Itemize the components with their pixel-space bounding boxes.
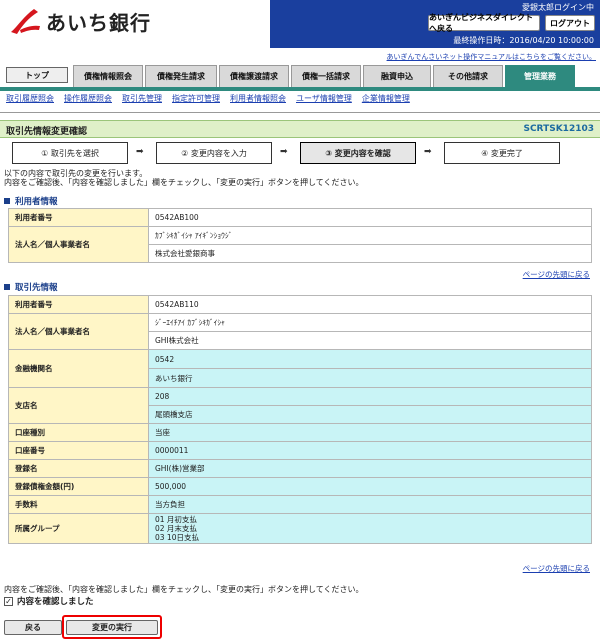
biz-direct-button[interactable]: あいぎんビジネスダイレクトへ戻る: [428, 13, 540, 33]
bank-logo-icon: [11, 9, 40, 34]
section-bullet-icon: [4, 198, 10, 204]
table-row: 登録債権金額(円) 500,000: [8, 477, 592, 496]
group-item: 03 10日支払: [155, 533, 199, 542]
tab-other-requests[interactable]: その他請求: [433, 65, 503, 87]
partner-user-no-value: 0542AB110: [148, 295, 592, 314]
bank-label: 金融機関名: [8, 349, 149, 388]
table-row: 法人名／個人事業者名 ｼﾞｰｴｲﾁｱｲ ｶﾌﾞｼｷｶﾞｲｼｬ: [8, 313, 592, 350]
page-title-bar: 取引先情報変更確認 SCRTSK12103: [0, 120, 600, 138]
fee-value: 当方負担: [148, 495, 592, 514]
instruction-line: 内容をご確認後、「内容を確認しました」欄をチェックし、「変更の実行」ボタンを押し…: [4, 178, 364, 187]
branch-label: 支店名: [8, 387, 149, 424]
group-item: 01 月初支払: [155, 515, 197, 524]
section-bullet-icon: [4, 284, 10, 290]
account-type-label: 口座種別: [8, 423, 149, 442]
account-type-value: 当座: [148, 423, 592, 442]
tab-management[interactable]: 管理業務: [505, 65, 575, 87]
to-top-link[interactable]: ページの先頭に戻る: [523, 269, 590, 280]
table-row: 所属グループ 01 月初支払 02 月末支払 03 10日支払: [8, 513, 592, 544]
table-row: 口座種別 当座: [8, 423, 592, 442]
user-no-value: 0542AB100: [148, 208, 592, 227]
manual-link[interactable]: あいぎんでんさいネット操作マニュアルはこちらをご覧ください。: [387, 52, 596, 62]
bank-name: あいち銀行: [46, 10, 151, 35]
tab-credit-transfer[interactable]: 債権譲渡請求: [219, 65, 289, 87]
partner-user-no-label: 利用者番号: [8, 295, 149, 314]
subnav-operation-history[interactable]: 操作履歴照会: [64, 93, 112, 107]
registered-name-value: GHI(株)営業部: [148, 459, 592, 478]
account-no-value: 0000011: [148, 441, 592, 460]
section-title-text: 取引先情報: [15, 283, 58, 293]
instruction-line: 以下の内容で取引先の変更を行います。: [4, 169, 148, 178]
user-name-label: 法人名／個人事業者名: [8, 226, 149, 263]
user-name: 株式会社愛銀商事: [148, 244, 592, 263]
instructions: 以下の内容で取引先の変更を行います。 内容をご確認後、「内容を確認しました」欄を…: [4, 169, 364, 187]
partner-info-table: 利用者番号 0542AB110 法人名／個人事業者名 ｼﾞｰｴｲﾁｱｲ ｶﾌﾞｼ…: [8, 295, 592, 544]
user-no-label: 利用者番号: [8, 208, 149, 227]
page-title: 取引先情報変更確認: [6, 127, 88, 137]
last-operation-time: 最終操作日時：2016/04/20 10:00:00: [453, 36, 594, 45]
bank-name-value: あいち銀行: [148, 368, 592, 388]
table-row: 手数料 当方負担: [8, 495, 592, 514]
confirm-checkbox[interactable]: ✓: [4, 596, 13, 606]
screen-code: SCRTSK12103: [523, 124, 594, 134]
user-info-table: 利用者番号 0542AB100 法人名／個人事業者名 ｶﾌﾞｼｷｶﾞｲｼｬ ｱｲ…: [8, 208, 592, 263]
user-info-section-title: 利用者情報: [4, 195, 58, 207]
partner-name-label: 法人名／個人事業者名: [8, 313, 149, 350]
table-row: 登録名 GHI(株)営業部: [8, 459, 592, 478]
step-arrow-icon: ➡: [424, 147, 432, 157]
header: あいち銀行 愛銀太郎ログイン中 あいぎんビジネスダイレクトへ戻る ログアウト 最…: [0, 0, 600, 48]
tab-credit-issue[interactable]: 債権発生請求: [145, 65, 217, 87]
main-tabs: トップ 債権情報照会 債権発生請求 債権譲渡請求 債権一括請求 融資申込 その他…: [0, 63, 600, 91]
confirm-checkbox-label: 内容を確認しました: [17, 597, 94, 607]
amount-label: 登録債権金額(円): [8, 477, 149, 496]
to-top-link[interactable]: ページの先頭に戻る: [523, 563, 590, 574]
table-row: 利用者番号 0542AB100: [8, 208, 592, 227]
account-no-label: 口座番号: [8, 441, 149, 460]
tab-credit-inquiry[interactable]: 債権情報照会: [73, 65, 143, 87]
partner-name-kana: ｼﾞｰｴｲﾁｱｲ ｶﾌﾞｼｷｶﾞｲｼｬ: [148, 313, 592, 332]
confirm-checkbox-row: ✓ 内容を確認しました: [4, 595, 94, 607]
section-title-text: 利用者情報: [15, 197, 58, 207]
tab-top[interactable]: トップ: [6, 67, 68, 83]
subnav-company-info[interactable]: 企業情報管理: [362, 93, 410, 107]
table-row: 支店名 208: [8, 387, 592, 424]
table-row: 金融機関名 0542: [8, 349, 592, 388]
bank-code-value: 0542: [148, 349, 592, 369]
branch-name-value: 尾頭橋支店: [148, 405, 592, 424]
tab-batch-request[interactable]: 債権一括請求: [291, 65, 361, 87]
execute-change-button[interactable]: 変更の実行: [66, 620, 158, 635]
amount-value: 500,000: [148, 477, 592, 496]
user-name-kana: ｶﾌﾞｼｷｶﾞｲｼｬ ｱｲｷﾞﾝｼｮｳｼﾞ: [148, 226, 592, 245]
bank-logo: あいち銀行: [8, 6, 151, 36]
partner-name: GHI株式会社: [148, 331, 592, 350]
subnav-user-info-inquiry[interactable]: 利用者情報照会: [230, 93, 286, 107]
step-select-partner: ① 取引先を選択: [12, 142, 128, 164]
partner-info-section-title: 取引先情報: [4, 281, 58, 293]
fee-label: 手数料: [8, 495, 149, 514]
step-arrow-icon: ➡: [280, 147, 288, 157]
group-values: 01 月初支払 02 月末支払 03 10日支払: [148, 513, 592, 544]
divider: [0, 112, 600, 113]
subnav-user-management[interactable]: ユーザ情報管理: [296, 93, 352, 107]
step-change-complete: ④ 変更完了: [444, 142, 560, 164]
step-confirm-changes: ③ 変更内容を確認: [300, 142, 416, 164]
tab-loan-application[interactable]: 融資申込: [363, 65, 431, 87]
subnav-partner-management[interactable]: 取引先管理: [122, 93, 162, 107]
logout-button[interactable]: ログアウト: [545, 15, 595, 31]
step-arrow-icon: ➡: [136, 147, 144, 157]
registered-name-label: 登録名: [8, 459, 149, 478]
step-enter-changes: ② 変更内容を入力: [156, 142, 272, 164]
table-row: 法人名／個人事業者名 ｶﾌﾞｼｷｶﾞｲｼｬ ｱｲｷﾞﾝｼｮｳｼﾞ: [8, 226, 592, 263]
group-label: 所属グループ: [8, 513, 149, 544]
group-item: 02 月末支払: [155, 524, 197, 533]
subnav-transaction-history[interactable]: 取引履歴照会: [6, 93, 54, 107]
table-row: 口座番号 0000011: [8, 441, 592, 460]
branch-code-value: 208: [148, 387, 592, 406]
confirm-instruction: 内容をご確認後、「内容を確認しました」欄をチェックし、「変更の実行」ボタンを押し…: [4, 585, 364, 594]
sub-navigation: 取引履歴照会 操作履歴照会 取引先管理 指定許可管理 利用者情報照会 ユーザ情報…: [0, 93, 600, 107]
table-row: 利用者番号 0542AB110: [8, 295, 592, 314]
back-button[interactable]: 戻る: [4, 620, 62, 635]
subnav-permission-management[interactable]: 指定許可管理: [172, 93, 220, 107]
